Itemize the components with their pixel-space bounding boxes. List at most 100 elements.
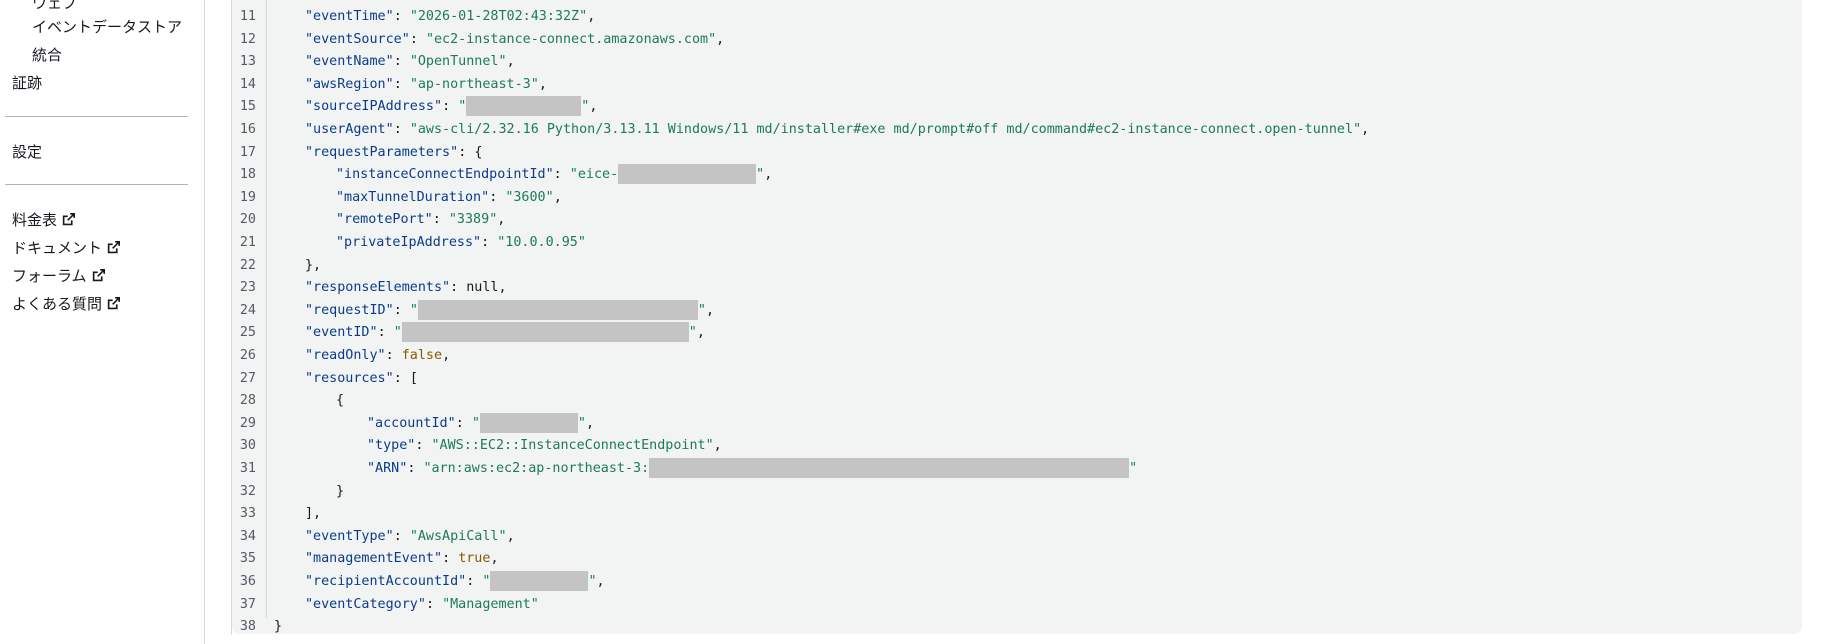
code-line: 18 "instanceConnectEndpointId": "eice- ", bbox=[232, 164, 1802, 187]
line-number: 12 bbox=[239, 31, 256, 47]
code-line: 24 "requestID": " ", bbox=[232, 299, 1802, 323]
code-content: "eventSource": "ec2-instance-connect.ama… bbox=[305, 31, 725, 47]
line-number: 15 bbox=[239, 99, 256, 115]
redacted-value bbox=[417, 299, 698, 320]
code-line: 20 "remotePort": "3389", bbox=[232, 209, 1802, 232]
code-content: "requestParameters": { bbox=[305, 144, 483, 160]
sidebar-link-pricing[interactable]: 料金表 bbox=[12, 209, 76, 230]
line-number: 20 bbox=[239, 212, 256, 228]
json-code-viewer: 11 "eventTime": "2026-01-28T02:43:32Z", 12… bbox=[232, 0, 1802, 634]
line-number: 24 bbox=[239, 302, 256, 318]
line-number: 26 bbox=[239, 348, 256, 363]
code-line: 16 "userAgent": "aws-cli/2.32.16 Python/3… bbox=[232, 119, 1802, 142]
code-content: { bbox=[336, 393, 345, 409]
main-content: 11 "eventTime": "2026-01-28T02:43:32Z", 12… bbox=[206, 0, 1838, 644]
external-link-icon bbox=[107, 297, 121, 310]
sidebar-navigation: ウェブ イベントデータストア 統合 証跡 設定 料金表 ドキュメント フォーラム… bbox=[0, 0, 205, 644]
line-number: 37 bbox=[239, 596, 256, 612]
code-line: 26 "readOnly": false, bbox=[232, 345, 1802, 368]
line-number: 35 bbox=[239, 551, 256, 567]
code-line: 14 "awsRegion": "ap-northeast-3", bbox=[232, 74, 1802, 97]
code-content: "sourceIPAddress": " ", bbox=[305, 96, 597, 119]
code-content: }, bbox=[305, 257, 322, 273]
code-line: 25 "eventID": " ", bbox=[232, 322, 1802, 345]
line-number: 11 bbox=[239, 9, 256, 24]
line-number: 14 bbox=[239, 76, 256, 92]
code-content: "eventID": " ", bbox=[305, 322, 705, 345]
code-content: "resources": [ bbox=[305, 370, 418, 386]
code-line: 36 "recipientAccountId": " ", bbox=[232, 571, 1802, 594]
code-line: 29 "accountId": " ", bbox=[232, 412, 1802, 436]
line-number: 30 bbox=[239, 438, 256, 454]
sidebar-item-event-data-store[interactable]: イベントデータストア bbox=[32, 16, 182, 37]
sidebar-divider bbox=[5, 184, 188, 185]
line-number: 31 bbox=[239, 461, 256, 476]
code-content: "type": "AWS::EC2::InstanceConnectEndpoi… bbox=[367, 438, 722, 454]
code-line: 34 "eventType": "AwsApiCall", bbox=[232, 526, 1802, 549]
code-line: 38} bbox=[232, 616, 1802, 639]
code-line: 33], bbox=[232, 503, 1802, 526]
sidebar-link-documentation[interactable]: ドキュメント bbox=[12, 237, 121, 258]
code-line: 19 "maxTunnelDuration": "3600", bbox=[232, 187, 1802, 210]
code-line: 11 "eventTime": "2026-01-28T02:43:32Z", bbox=[232, 6, 1802, 29]
sidebar-divider bbox=[5, 116, 188, 117]
line-number: 33 bbox=[239, 506, 256, 522]
code-content: "eventName": "OpenTunnel", bbox=[305, 54, 515, 70]
sidebar-link-forums[interactable]: フォーラム bbox=[12, 265, 105, 286]
code-content: "eventCategory": "Management" bbox=[305, 596, 539, 612]
code-content: } bbox=[336, 483, 345, 499]
code-line: 17 "requestParameters": { bbox=[232, 142, 1802, 165]
code-line: 22}, bbox=[232, 255, 1802, 278]
code-content: } bbox=[274, 619, 283, 635]
code-line: 15 "sourceIPAddress": " ", bbox=[232, 96, 1802, 119]
line-number: 38 bbox=[239, 619, 256, 635]
code-content: "privateIpAddress": "10.0.0.95" bbox=[336, 235, 586, 250]
sidebar-link-label: よくある質問 bbox=[12, 295, 103, 313]
external-link-icon bbox=[62, 213, 76, 226]
redacted-value bbox=[490, 571, 589, 591]
line-number: 29 bbox=[239, 415, 256, 431]
sidebar-link-label: 料金表 bbox=[12, 211, 58, 229]
code-content: "instanceConnectEndpointId": "eice- ", bbox=[336, 164, 772, 187]
code-line: 23 "responseElements": null, bbox=[232, 277, 1802, 300]
redacted-value bbox=[401, 322, 689, 343]
line-number: 36 bbox=[239, 574, 256, 589]
code-content: "eventType": "AwsApiCall", bbox=[305, 528, 515, 544]
redacted-value bbox=[479, 412, 578, 433]
external-link-icon bbox=[107, 241, 121, 254]
code-content: "requestID": " ", bbox=[305, 299, 714, 323]
line-number: 25 bbox=[239, 325, 256, 341]
code-line: 12 "eventSource": "ec2-instance-connect.a… bbox=[232, 29, 1802, 52]
code-line: 30 "type": "AWS::EC2::InstanceConnectEndp… bbox=[232, 435, 1802, 458]
line-number: 28 bbox=[239, 393, 256, 409]
code-line: 13 "eventName": "OpenTunnel", bbox=[232, 51, 1802, 74]
line-number: 21 bbox=[239, 235, 256, 250]
sidebar-item-query[interactable]: ウェブ bbox=[32, 0, 77, 13]
code-content: "accountId": " ", bbox=[367, 412, 594, 436]
code-content: ], bbox=[305, 506, 322, 522]
code-content: "responseElements": null, bbox=[305, 280, 507, 296]
sidebar-item-trails[interactable]: 証跡 bbox=[12, 72, 42, 93]
code-line: 21 "privateIpAddress": "10.0.0.95" bbox=[232, 232, 1802, 255]
redacted-value bbox=[466, 96, 582, 117]
code-content: "ARN": "arn:aws:ec2:ap-northeast-3: " bbox=[367, 458, 1137, 481]
line-number: 32 bbox=[239, 483, 256, 499]
code-line: 35 "managementEvent": true, bbox=[232, 548, 1802, 571]
line-number: 17 bbox=[239, 144, 256, 160]
code-content: "eventTime": "2026-01-28T02:43:32Z", bbox=[305, 9, 596, 24]
code-line: 27 "resources": [ bbox=[232, 368, 1802, 391]
sidebar-item-settings[interactable]: 設定 bbox=[12, 141, 42, 162]
redacted-value bbox=[649, 458, 1130, 478]
code-content: "recipientAccountId": " ", bbox=[305, 571, 605, 594]
external-link-icon bbox=[92, 269, 105, 282]
sidebar-item-integration[interactable]: 統合 bbox=[32, 44, 62, 65]
sidebar-link-faq[interactable]: よくある質問 bbox=[12, 293, 121, 314]
code-line: 31 "ARN": "arn:aws:ec2:ap-northeast-3: " bbox=[232, 458, 1802, 481]
line-number: 16 bbox=[239, 122, 256, 137]
sidebar-link-label: ドキュメント bbox=[12, 239, 103, 257]
line-number: 13 bbox=[239, 54, 256, 70]
code-line: 32} bbox=[232, 481, 1802, 504]
code-content: "awsRegion": "ap-northeast-3", bbox=[305, 76, 547, 92]
line-number: 22 bbox=[239, 257, 256, 273]
code-line: 37 "eventCategory": "Management" bbox=[232, 594, 1802, 617]
